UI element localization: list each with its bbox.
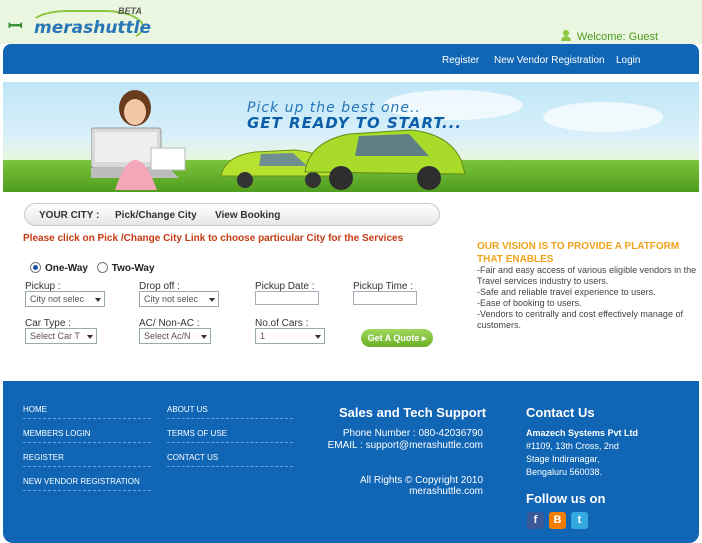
- vision-point: -Ease of booking to users.: [477, 298, 582, 308]
- get-a-quote-button[interactable]: Get A Quote ▸: [361, 329, 433, 347]
- footer-members-login-link[interactable]: MEMBERS LOGIN: [23, 429, 91, 438]
- blogger-icon[interactable]: B: [549, 512, 566, 529]
- one-way-label: One-Way: [45, 263, 88, 274]
- car-type-select[interactable]: Select Car T: [25, 328, 97, 344]
- chevron-down-icon: [315, 335, 321, 339]
- two-way-label: Two-Way: [111, 263, 155, 274]
- support-title: Sales and Tech Support: [339, 405, 487, 420]
- chevron-down-icon: [201, 335, 207, 339]
- trip-type-group: One-Way Two-Way: [30, 262, 161, 274]
- copyright-site: merashuttle.com: [409, 486, 483, 497]
- twitter-icon[interactable]: t: [571, 512, 588, 529]
- user-icon: [560, 30, 571, 41]
- footer-home-link[interactable]: HOME: [23, 405, 47, 414]
- nav-register-link[interactable]: Register: [442, 55, 479, 66]
- facebook-icon[interactable]: f: [527, 512, 544, 529]
- ac-select[interactable]: Select Ac/N: [139, 328, 211, 344]
- vision-point: -Vendors to centrally and cost effective…: [477, 309, 683, 330]
- footer-vendor-registration-link[interactable]: NEW VENDOR REGISTRATION: [23, 477, 140, 486]
- green-car-image-2: [304, 129, 466, 190]
- one-way-radio[interactable]: [30, 262, 41, 273]
- address-line-1: #1109, 13th Cross, 2nd: [526, 441, 619, 451]
- chevron-down-icon: [95, 298, 101, 302]
- pickup-select[interactable]: City not selec: [25, 291, 105, 307]
- support-phone: Phone Number : 080-42036790: [342, 428, 483, 439]
- your-city-label: YOUR CITY :: [39, 210, 100, 221]
- footer-register-link[interactable]: REGISTER: [23, 453, 64, 462]
- chevron-down-icon: [209, 298, 215, 302]
- footer-contact-link[interactable]: CONTACT US: [167, 453, 218, 462]
- address-line-2: Stage Indiranagar,: [526, 454, 600, 464]
- dropoff-select[interactable]: City not selec: [139, 291, 219, 307]
- footer: HOME MEMBERS LOGIN REGISTER NEW VENDOR R…: [3, 381, 699, 543]
- follow-title: Follow us on: [526, 491, 606, 506]
- view-booking-link[interactable]: View Booking: [215, 210, 280, 221]
- pick-change-city-link[interactable]: Pick/Change City: [115, 210, 197, 221]
- merashuttle-logo[interactable]: ꟷ merashuttle BETA: [6, 4, 151, 44]
- two-way-radio[interactable]: [96, 262, 108, 273]
- nav-login-link[interactable]: Login: [616, 55, 640, 66]
- pickup-date-input[interactable]: [255, 291, 319, 305]
- city-tab-bar: YOUR CITY : Pick/Change City View Bookin…: [24, 203, 440, 226]
- top-bar: ꟷ merashuttle BETA Welcome: Guest: [0, 0, 702, 44]
- vision-title: OUR VISION IS TO PROVIDE A PLATFORM THAT…: [477, 241, 680, 265]
- city-notice: Please click on Pick /Change City Link t…: [23, 233, 404, 244]
- pickup-time-input[interactable]: [353, 291, 417, 305]
- nav-vendor-registration-link[interactable]: New Vendor Registration: [494, 55, 605, 66]
- footer-about-link[interactable]: ABOUT US: [167, 405, 208, 414]
- customer-service-agent-image: [91, 90, 186, 190]
- address-line-3: Bengaluru 560038.: [526, 467, 603, 477]
- contact-title: Contact Us: [526, 405, 595, 420]
- copyright: All Rights © Copyright 2010: [360, 475, 483, 486]
- logo-word: merashuttle: [34, 18, 152, 38]
- vision-point: -Fair and easy access of various eligibl…: [477, 265, 697, 286]
- footer-terms-link[interactable]: TERMS OF USE: [167, 429, 227, 438]
- logo-people-icon: ꟷ: [8, 16, 23, 36]
- beta-badge: BETA: [118, 6, 142, 16]
- cars-count-select[interactable]: 1: [255, 328, 325, 344]
- welcome-text: Welcome: Guest: [576, 31, 658, 43]
- vision-list: -Fair and easy access of various eligibl…: [477, 265, 702, 331]
- vision-point: -Safe and reliable travel experience to …: [477, 287, 656, 297]
- welcome-message: Welcome: Guest: [560, 30, 658, 43]
- chevron-down-icon: [87, 335, 93, 339]
- company-name: Amazech Systems Pvt Ltd: [526, 428, 639, 438]
- hero-banner: Pick up the best one.. GET READY TO STAR…: [3, 82, 699, 192]
- main-nav: Register New Vendor Registration Login: [3, 44, 699, 74]
- support-email[interactable]: EMAIL : support@merashuttle.com: [328, 440, 483, 451]
